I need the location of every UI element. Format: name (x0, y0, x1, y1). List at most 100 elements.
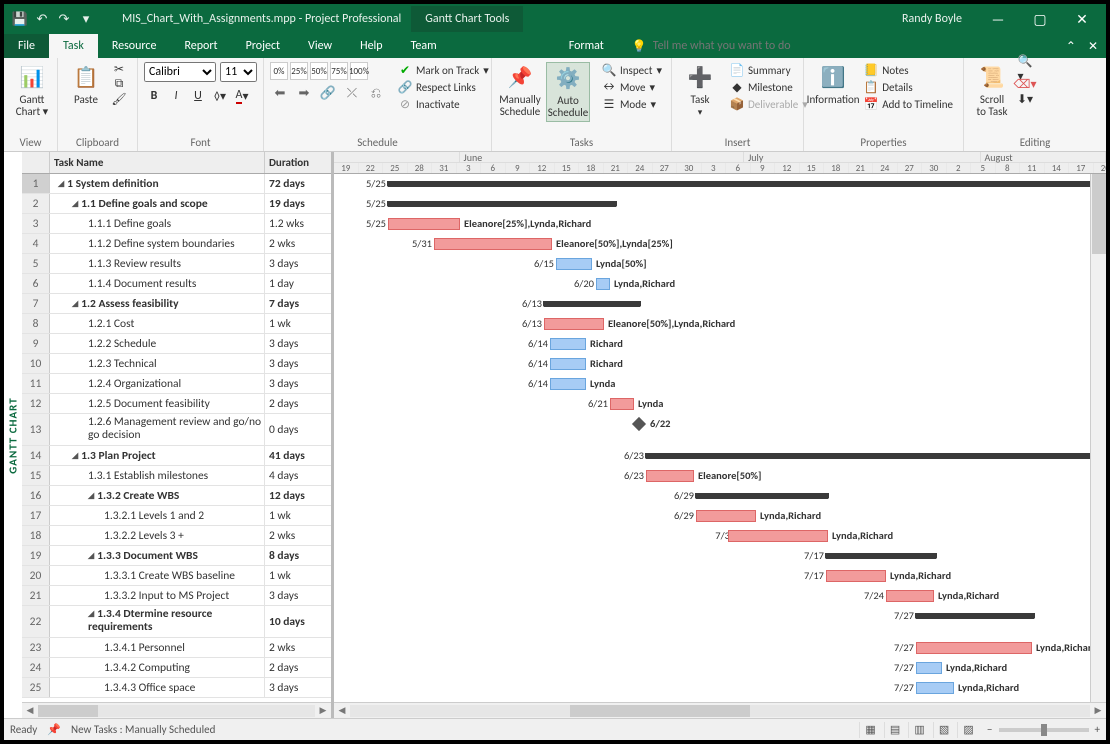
row-id[interactable]: 18 (22, 526, 50, 545)
font-color-button[interactable]: A▾ (232, 86, 252, 106)
row-id[interactable]: 14 (22, 446, 50, 465)
duration-cell[interactable]: 4 days (265, 466, 331, 485)
row-id[interactable]: 8 (22, 314, 50, 333)
row-id[interactable]: 10 (22, 354, 50, 373)
insert-task-button[interactable]: ➕ Task▾ (678, 62, 722, 120)
duration-cell[interactable]: 3 days (265, 354, 331, 373)
gantt-row[interactable]: 7/27Lynda,Richard (334, 658, 1106, 678)
gantt-row[interactable]: 6/13 (334, 294, 1106, 314)
qat-more-icon[interactable]: ▾ (76, 9, 96, 29)
gantt-bar[interactable] (916, 613, 1034, 619)
outdent-icon[interactable]: ⬅ (270, 84, 290, 102)
task-name-cell[interactable]: 1.3.2.1 Levels 1 and 2 (50, 506, 265, 525)
row-id[interactable]: 19 (22, 546, 50, 565)
duration-cell[interactable]: 2 wks (265, 234, 331, 253)
gantt-row[interactable]: 6/15Lynda[50%] (334, 254, 1106, 274)
task-name-cell[interactable]: 1 System definition (50, 174, 265, 193)
duration-cell[interactable]: 3 days (265, 374, 331, 393)
zoom-out-icon[interactable]: − (987, 723, 992, 736)
gantt-row[interactable]: 6/13Eleanore[50%],Lynda,Richard (334, 314, 1106, 334)
row-id[interactable]: 20 (22, 566, 50, 585)
mark-on-track-button[interactable]: ✔Mark on Track ▾ (394, 62, 493, 78)
row-id[interactable]: 3 (22, 214, 50, 233)
gantt-chart[interactable]: JuneJulyAugust 1922252831369121518212427… (334, 152, 1106, 718)
gantt-row[interactable]: 6/20Lynda,Richard (334, 274, 1106, 294)
gantt-bar[interactable] (388, 218, 460, 230)
gantt-bar[interactable] (388, 181, 1098, 187)
tab-format[interactable]: Format (555, 34, 618, 58)
duration-cell[interactable]: 1 day (265, 274, 331, 293)
duration-cell[interactable]: 19 days (265, 194, 331, 213)
respect-links-button[interactable]: 🔗Respect Links (394, 79, 493, 95)
tab-team[interactable]: Team (397, 34, 451, 58)
save-icon[interactable]: 💾 (10, 9, 30, 29)
task-name-cell[interactable]: 1.3.1 Establish milestones (50, 466, 265, 485)
tab-help[interactable]: Help (346, 34, 397, 58)
duration-cell[interactable]: 10 days (265, 606, 331, 637)
row-id[interactable]: 9 (22, 334, 50, 353)
scroll-left-icon[interactable]: ◀ (334, 705, 350, 716)
gantt-row[interactable]: 7/24Lynda,Richard (334, 586, 1106, 606)
underline-button[interactable]: U (188, 86, 208, 106)
format-painter-icon[interactable]: 🖌 (112, 92, 126, 106)
table-row[interactable]: 19 1.3.3 Document WBS 8 days (22, 546, 331, 566)
gantt-bar[interactable] (610, 398, 634, 410)
task-name-cell[interactable]: 1.3.4 Dtermine resource requirements (50, 606, 265, 637)
gantt-row[interactable]: 7/17Lynda,Richard (334, 566, 1106, 586)
table-row[interactable]: 10 1.2.3 Technical 3 days (22, 354, 331, 374)
table-row[interactable]: 11 1.2.4 Organizational 3 days (22, 374, 331, 394)
gantt-row[interactable]: 5/25 (334, 194, 1106, 214)
task-name-cell[interactable]: 1.1.2 Define system boundaries (50, 234, 265, 253)
task-name-cell[interactable]: 1.3.4.1 Personnel (50, 638, 265, 657)
table-row[interactable]: 14 1.3 Plan Project 41 days (22, 446, 331, 466)
gantt-bar[interactable] (646, 453, 1098, 459)
unlink-icon[interactable]: ⤫ (342, 84, 362, 102)
row-id[interactable]: 5 (22, 254, 50, 273)
gantt-bar[interactable] (916, 682, 954, 694)
zoom-slider[interactable] (999, 728, 1089, 732)
row-id[interactable]: 2 (22, 194, 50, 213)
paste-button[interactable]: 📋 Paste (64, 62, 108, 108)
ribbon-collapse-icon[interactable]: ⌃ (1066, 39, 1076, 54)
row-id[interactable]: 13 (22, 414, 50, 445)
task-name-cell[interactable]: 1.2.6 Management review and go/no go dec… (50, 414, 265, 445)
row-id[interactable]: 15 (22, 466, 50, 485)
task-name-cell[interactable]: 1.1 Define goals and scope (50, 194, 265, 213)
task-name-cell[interactable]: 1.1.1 Define goals (50, 214, 265, 233)
tab-report[interactable]: Report (170, 34, 231, 58)
view-gantt-icon[interactable]: ▦ (859, 722, 881, 738)
inspect-button[interactable]: 🔍Inspect ▾ (598, 62, 666, 78)
row-id[interactable]: 22 (22, 606, 50, 637)
table-row[interactable]: 22 1.3.4 Dtermine resource requirements … (22, 606, 331, 638)
gantt-bar[interactable] (596, 278, 610, 290)
duration-cell[interactable]: 2 days (265, 658, 331, 677)
gantt-bar[interactable] (826, 553, 936, 559)
task-name-cell[interactable]: 1.3.4.3 Office space (50, 678, 265, 697)
gantt-bar[interactable] (916, 662, 942, 674)
split-icon[interactable]: ⎌ (366, 84, 386, 102)
percent-complete-buttons[interactable]: 0%25%50%75%100% (270, 62, 386, 80)
table-row[interactable]: 3 1.1.1 Define goals 1.2 wks (22, 214, 331, 234)
row-id[interactable]: 23 (22, 638, 50, 657)
task-name-cell[interactable]: 1.1.3 Review results (50, 254, 265, 273)
undo-icon[interactable]: ↶ (32, 9, 52, 29)
row-id[interactable]: 25 (22, 678, 50, 697)
gantt-row[interactable]: 7/27Lynda,Richard (334, 678, 1106, 698)
table-row[interactable]: 1 1 System definition 72 days (22, 174, 331, 194)
gantt-row[interactable]: 6/29Lynda,Richard (334, 506, 1106, 526)
tell-me-input[interactable] (653, 39, 913, 53)
gantt-row[interactable]: 7/3Lynda,Richard (334, 526, 1106, 546)
find-icon[interactable]: 🔍▾ (1018, 62, 1032, 76)
clear-icon[interactable]: ⌫▾ (1018, 77, 1032, 91)
table-row[interactable]: 12 1.2.5 Document feasibility 2 days (22, 394, 331, 414)
task-name-cell[interactable]: 1.3.2 Create WBS (50, 486, 265, 505)
duration-cell[interactable]: 3 days (265, 586, 331, 605)
gantt-bar[interactable] (826, 570, 886, 582)
minimize-icon[interactable]: — (978, 5, 1018, 33)
table-row[interactable]: 23 1.3.4.1 Personnel 2 wks (22, 638, 331, 658)
view-task-icon[interactable]: ▤ (884, 722, 906, 738)
notes-button[interactable]: 📒Notes (860, 62, 957, 78)
row-id[interactable]: 12 (22, 394, 50, 413)
tab-task[interactable]: Task (49, 34, 98, 58)
user-name[interactable]: Randy Boyle (902, 12, 962, 26)
